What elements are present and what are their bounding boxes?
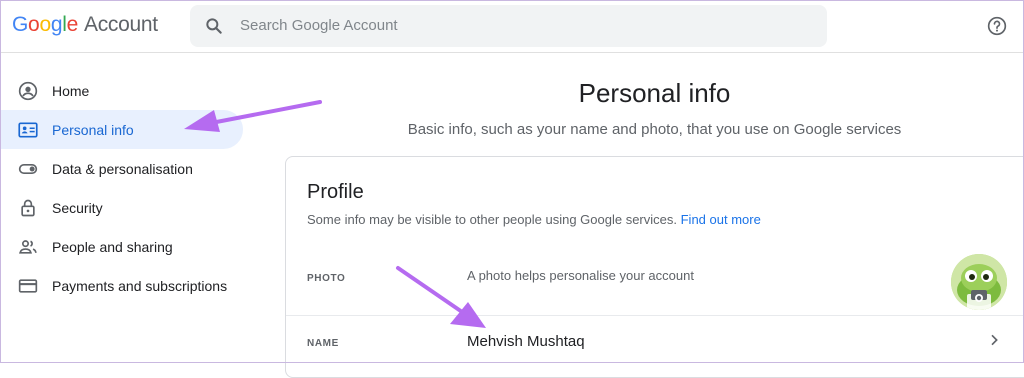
google-account-logo[interactable]: Google Account: [12, 13, 158, 37]
photo-label: PHOTO: [307, 273, 346, 284]
profile-card: Profile Some info may be visible to othe…: [285, 156, 1024, 378]
toggle-icon: [18, 159, 38, 179]
photo-description: A photo helps personalise your account: [467, 268, 694, 283]
profile-heading: Profile: [307, 181, 364, 203]
profile-description: Some info may be visible to other people…: [307, 212, 761, 227]
page-title: Personal info: [578, 78, 731, 108]
avatar[interactable]: [951, 254, 1007, 310]
sidebar-item-people-sharing[interactable]: People and sharing: [0, 227, 243, 266]
sidebar-item-label: People and sharing: [52, 238, 173, 255]
credit-card-icon: [18, 276, 38, 296]
sidebar-item-data-personalisation[interactable]: Data & personalisation: [0, 149, 243, 188]
sidebar-item-label: Payments and subscriptions: [52, 277, 228, 294]
sidebar-item-personal-info[interactable]: Personal info: [0, 110, 243, 149]
page-subtitle: Basic info, such as your name and photo,…: [407, 121, 902, 138]
app-header: Google Account Search Google Account: [0, 0, 1024, 53]
sidebar-item-label: Security: [52, 199, 103, 216]
chevron-right-icon: [991, 334, 998, 346]
account-circle-icon: [18, 81, 38, 101]
search-bar[interactable]: Search Google Account: [190, 5, 827, 47]
name-label: NAME: [307, 338, 339, 349]
sidebar-item-payments[interactable]: Payments and subscriptions: [0, 266, 243, 305]
search-placeholder[interactable]: Search Google Account: [240, 17, 398, 34]
page-header: Personal info Basic info, such as your n…: [285, 78, 1024, 138]
logo-google-text: Google: [12, 13, 78, 36]
lock-icon: [18, 198, 38, 218]
name-row[interactable]: NAME Mehvish Mushtaq: [286, 315, 1024, 366]
help-icon[interactable]: [987, 16, 1007, 36]
sidebar-item-security[interactable]: Security: [0, 188, 243, 227]
sidebar-item-label: Data & personalisation: [52, 160, 193, 177]
profile-description-text: Some info may be visible to other people…: [307, 212, 677, 227]
sidebar-item-home[interactable]: Home: [0, 71, 243, 110]
people-icon: [18, 237, 38, 257]
name-value: Mehvish Mushtaq: [467, 333, 585, 350]
sidebar-item-label: Personal info: [52, 121, 134, 138]
sidebar-item-label: Home: [52, 82, 90, 99]
find-out-more-link[interactable]: Find out more: [681, 212, 761, 227]
logo-account-text: Account: [83, 13, 158, 36]
sidebar-nav: Home Personal info Data & personalisatio…: [0, 71, 243, 305]
id-card-icon: [18, 120, 38, 140]
search-icon: [206, 18, 222, 34]
photo-row[interactable]: A photo helps personalise your account: [286, 252, 1024, 314]
